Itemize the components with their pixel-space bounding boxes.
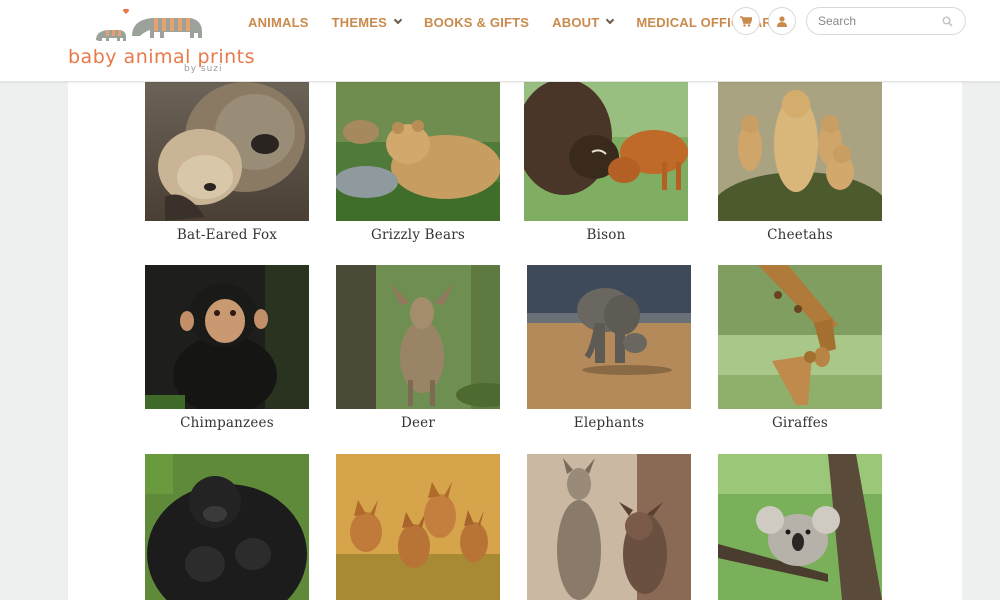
account-button[interactable] xyxy=(768,7,796,35)
tile-label[interactable]: Bat-Eared Fox xyxy=(145,227,309,243)
tile-label[interactable]: Bison xyxy=(524,227,688,243)
search-icon[interactable] xyxy=(942,16,953,27)
gallery-tile-koalas[interactable] xyxy=(718,454,882,600)
gallery-tile-grizzly-bears[interactable]: Grizzly Bears xyxy=(336,82,500,243)
nav-themes[interactable]: Themes xyxy=(331,14,403,30)
search-box xyxy=(806,7,966,35)
search-input[interactable] xyxy=(818,14,936,28)
gallery-tile-chimpanzees[interactable]: Chimpanzees xyxy=(145,265,309,431)
tile-label[interactable]: Deer xyxy=(336,415,500,431)
gallery-tile-cheetahs[interactable]: Cheetahs xyxy=(718,82,882,243)
bat-eared-fox-photo[interactable] xyxy=(145,82,309,221)
elephant-logo-icon xyxy=(96,8,202,41)
koala-photo[interactable] xyxy=(718,454,882,600)
nav-about[interactable]: About xyxy=(552,14,615,30)
chimpanzees-photo[interactable] xyxy=(145,265,309,409)
site-header: baby animal prints by suzi Animals Theme… xyxy=(0,0,1000,82)
cart-button[interactable] xyxy=(732,7,760,35)
gallery-tile-gorillas[interactable] xyxy=(145,454,309,600)
site-logo[interactable]: baby animal prints by suzi xyxy=(64,6,255,76)
chevron-down-icon xyxy=(393,15,403,25)
logo-byline: by suzi xyxy=(184,64,223,74)
elephants-photo[interactable] xyxy=(527,265,691,409)
tile-label[interactable]: Giraffes xyxy=(718,415,882,431)
nav-themes-label: Themes xyxy=(331,14,387,30)
main-nav: Animals Themes Books & Gifts About Medic… xyxy=(248,13,803,31)
tile-label[interactable]: Elephants xyxy=(527,415,691,431)
nav-about-label: About xyxy=(552,14,600,30)
tile-label[interactable]: Cheetahs xyxy=(718,227,882,243)
bison-photo[interactable] xyxy=(524,82,688,221)
tile-label[interactable]: Chimpanzees xyxy=(145,415,309,431)
nav-books-gifts-label: Books & Gifts xyxy=(424,14,530,30)
gallery-tile-deer[interactable]: Deer xyxy=(336,265,500,431)
deer-photo[interactable] xyxy=(336,265,500,409)
cart-icon xyxy=(740,15,752,27)
cheetahs-photo[interactable] xyxy=(718,82,882,221)
nav-animals[interactable]: Animals xyxy=(248,15,309,30)
nav-books-gifts[interactable]: Books & Gifts xyxy=(424,15,529,30)
gallery-tile-elephants[interactable]: Elephants xyxy=(527,265,691,431)
user-icon xyxy=(777,15,787,27)
gallery-tile-bison[interactable]: Bison xyxy=(524,82,688,243)
gallery-tile-giraffes[interactable]: Giraffes xyxy=(718,265,882,431)
gorillas-photo[interactable] xyxy=(145,454,309,600)
chevron-down-icon xyxy=(606,15,615,25)
gallery-tile-foxes[interactable] xyxy=(336,454,500,600)
fox-pups-photo[interactable] xyxy=(336,454,500,600)
gallery-tile-kangaroos[interactable] xyxy=(527,454,691,600)
gallery-panel: Bat-Eared Fox Grizzly Bears Bison Cheeta… xyxy=(68,82,962,600)
kangaroos-photo[interactable] xyxy=(527,454,691,600)
gallery-tile-bat-eared-fox[interactable]: Bat-Eared Fox xyxy=(145,82,309,243)
nav-animals-label: Animals xyxy=(248,14,309,30)
grizzly-bears-photo[interactable] xyxy=(336,82,500,221)
logo-wordmark: baby animal prints xyxy=(68,46,256,68)
tile-label[interactable]: Grizzly Bears xyxy=(336,227,500,243)
giraffes-photo[interactable] xyxy=(718,265,882,409)
